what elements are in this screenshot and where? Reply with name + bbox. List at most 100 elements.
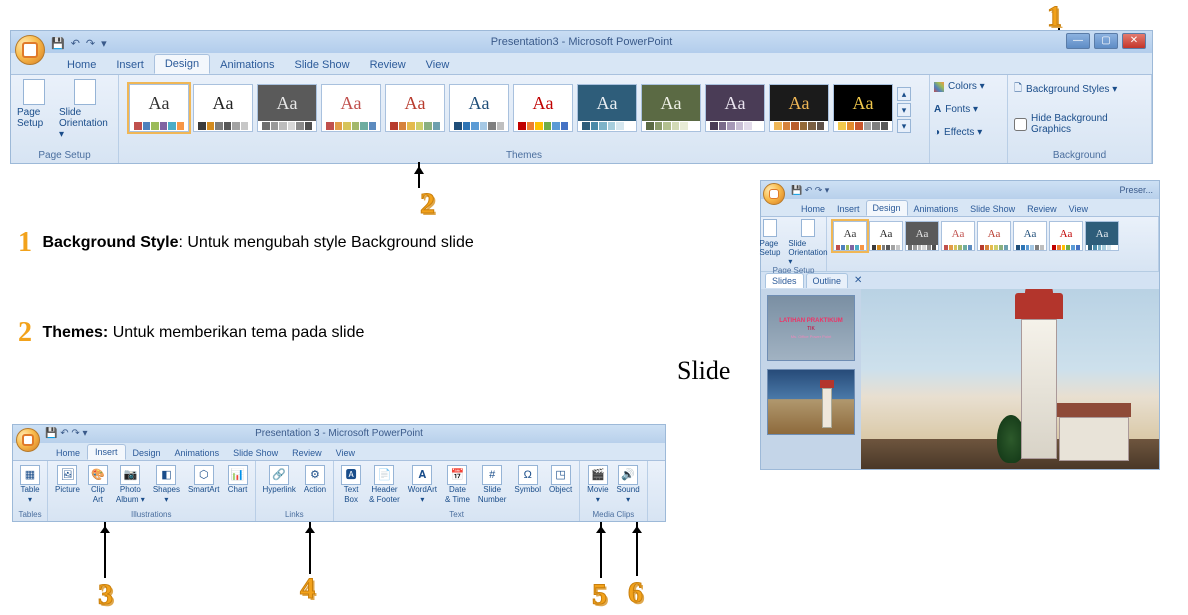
close-button[interactable]: ✕ [1122, 33, 1146, 49]
theme-scroll-button[interactable]: ▾ [897, 103, 911, 117]
tab-slide-show[interactable]: Slide Show [964, 202, 1021, 216]
redo-icon[interactable]: ↷ [86, 33, 95, 55]
tab-review[interactable]: Review [1021, 202, 1063, 216]
theme-thumbnail[interactable]: Aa [769, 84, 829, 132]
theme-thumbnail[interactable]: Aa [941, 221, 975, 251]
effects-icon: ◑ [934, 127, 940, 138]
tab-design[interactable]: Design [154, 54, 210, 74]
effects-dropdown[interactable]: ◑Effects ▾ [934, 127, 1003, 138]
action-button[interactable]: ⚙Action [301, 465, 329, 495]
theme-thumbnail[interactable]: Aa [869, 221, 903, 251]
tab-home[interactable]: Home [795, 202, 831, 216]
hide-bg-checkbox[interactable] [1014, 118, 1027, 131]
tab-review[interactable]: Review [360, 56, 416, 74]
qat-dropdown-icon[interactable]: ▾ [101, 33, 107, 55]
theme-thumbnail[interactable]: Aa [321, 84, 381, 132]
theme-thumbnail[interactable]: Aa [641, 84, 701, 132]
tab-design[interactable]: Design [126, 446, 168, 460]
slide-thumbnail-2[interactable] [767, 369, 855, 435]
date-icon: 📅 [447, 465, 467, 485]
page-setup-button[interactable]: Page Setup [17, 79, 51, 140]
hyperlink-button[interactable]: 🔗Hyperlink [260, 465, 299, 495]
tab-home[interactable]: Home [57, 56, 106, 74]
tab-view[interactable]: View [1063, 202, 1094, 216]
minimize-button[interactable]: — [1066, 33, 1090, 49]
undo-icon[interactable]: ↶ [71, 33, 80, 55]
tab-insert[interactable]: Insert [831, 202, 866, 216]
hide-background-graphics-checkbox[interactable]: Hide Background Graphics [1014, 113, 1145, 135]
tab-home[interactable]: Home [49, 446, 87, 460]
wordart-button[interactable]: 𝐀WordArt▾ [405, 465, 440, 505]
theme-thumbnail[interactable]: Aa [1013, 221, 1047, 251]
tab-view[interactable]: View [416, 56, 460, 74]
background-styles-dropdown[interactable]: 🗋 Background Styles ▾ [1014, 81, 1145, 98]
theme-thumbnail[interactable]: Aa [449, 84, 509, 132]
theme-thumbnail[interactable]: Aa [193, 84, 253, 132]
chart-button[interactable]: 📊Chart [225, 465, 251, 495]
tab-animations[interactable]: Animations [210, 56, 284, 74]
tab-outline[interactable]: Outline [806, 273, 849, 288]
tab-view[interactable]: View [329, 446, 362, 460]
background-styles-icon: 🗋 [1014, 81, 1022, 98]
group-page-setup: Page Setup Slide Orientation ▾ Page Setu… [11, 75, 119, 163]
slide-orientation-button[interactable]: Slide Orientation ▾ [59, 79, 112, 140]
group-label-text: Text [338, 510, 575, 521]
slide-button[interactable]: #SlideNumber [475, 465, 509, 505]
slide-thumbnail-1[interactable]: LATIHAN PRAKTIKUM TIK Ms. Office Power P… [767, 295, 855, 361]
tab-animations[interactable]: Animations [168, 446, 227, 460]
theme-thumbnail[interactable]: Aa [833, 221, 867, 251]
tab-slides[interactable]: Slides [765, 273, 804, 288]
wordart-icon: 𝐀 [412, 465, 432, 485]
clip-button[interactable]: 🎨ClipArt [85, 465, 111, 505]
tab-insert[interactable]: Insert [87, 444, 126, 460]
object-button[interactable]: ◳Object [546, 465, 575, 495]
theme-thumbnail[interactable]: Aa [1085, 221, 1119, 251]
theme-thumbnail[interactable]: Aa [833, 84, 893, 132]
office-button[interactable] [16, 428, 40, 452]
theme-thumbnail[interactable]: Aa [905, 221, 939, 251]
page-setup-button[interactable]: Page Setup [759, 219, 780, 266]
save-icon[interactable]: 💾 [51, 33, 65, 55]
tab-animations[interactable]: Animations [908, 202, 965, 216]
photo-button[interactable]: 📷PhotoAlbum ▾ [113, 465, 148, 505]
colors-dropdown[interactable]: Colors ▾ [934, 81, 1003, 92]
titlebar-2: 💾 ↶ ↷ ▾ Preser... [761, 181, 1159, 199]
office-button[interactable] [763, 183, 785, 205]
tab-insert[interactable]: Insert [106, 56, 154, 74]
tab-review[interactable]: Review [285, 446, 329, 460]
close-panel-icon[interactable]: ✕ [854, 275, 862, 286]
clip-icon: 🎨 [88, 465, 108, 485]
table-button[interactable]: ▦Table▾ [17, 465, 43, 505]
shapes-button[interactable]: ◧Shapes▾ [150, 465, 183, 505]
tab-slide-show[interactable]: Slide Show [226, 446, 285, 460]
sound-button[interactable]: 🔊Sound▾ [614, 465, 643, 505]
theme-scroll-button[interactable]: ▴ [897, 87, 911, 101]
theme-thumbnail[interactable]: Aa [577, 84, 637, 132]
slides-outline-tabs: Slides Outline ✕ [761, 271, 1159, 289]
slide-orientation-button[interactable]: Slide Orientation ▾ [788, 219, 827, 266]
header-button[interactable]: 📄Header& Footer [366, 465, 403, 505]
theme-thumbnail[interactable]: Aa [385, 84, 445, 132]
tab-design[interactable]: Design [866, 200, 908, 216]
smartart-button[interactable]: ⬡SmartArt [185, 465, 223, 495]
ribbon-body-3: ▦Table▾Tables🖼Picture🎨ClipArt📷PhotoAlbum… [13, 461, 665, 521]
arrow-5 [600, 522, 602, 578]
date-button[interactable]: 📅Date& Time [442, 465, 473, 505]
theme-thumbnail[interactable]: Aa [513, 84, 573, 132]
symbol-button[interactable]: ΩSymbol [511, 465, 544, 495]
text-button[interactable]: 🅰TextBox [338, 465, 364, 505]
theme-thumbnail[interactable]: Aa [1049, 221, 1083, 251]
slide-canvas[interactable] [861, 289, 1159, 469]
office-button[interactable] [15, 35, 45, 65]
theme-more-button[interactable]: ▾ [897, 119, 911, 133]
callout-4: 4 [300, 572, 315, 606]
theme-thumbnail[interactable]: Aa [977, 221, 1011, 251]
tab-slide-show[interactable]: Slide Show [285, 56, 360, 74]
theme-thumbnail[interactable]: Aa [129, 84, 189, 132]
theme-thumbnail[interactable]: Aa [257, 84, 317, 132]
theme-thumbnail[interactable]: Aa [705, 84, 765, 132]
fonts-dropdown[interactable]: AFonts ▾ [934, 104, 1003, 115]
movie-button[interactable]: 🎬Movie▾ [584, 465, 611, 505]
maximize-button[interactable]: ▢ [1094, 33, 1118, 49]
picture-button[interactable]: 🖼Picture [52, 465, 83, 495]
